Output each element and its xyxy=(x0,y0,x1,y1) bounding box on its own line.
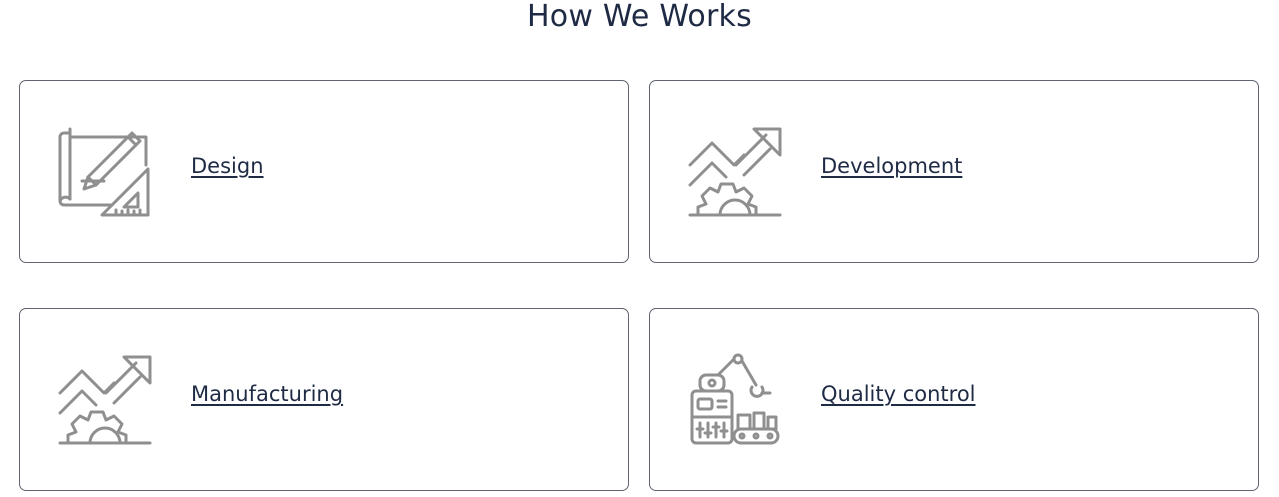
card-manufacturing[interactable]: Manufacturing xyxy=(19,308,629,491)
card-development[interactable]: Development xyxy=(649,80,1259,263)
card-quality-control[interactable]: Quality control xyxy=(649,308,1259,491)
how-we-works-section: How We Works Design Development Manufact… xyxy=(0,0,1279,497)
gear-growth-arrow-icon xyxy=(58,353,152,447)
card-label-quality-control[interactable]: Quality control xyxy=(821,381,976,407)
card-label-design[interactable]: Design xyxy=(191,153,264,179)
card-label-manufacturing[interactable]: Manufacturing xyxy=(191,381,343,407)
card-design[interactable]: Design xyxy=(19,80,629,263)
card-label-development[interactable]: Development xyxy=(821,153,962,179)
gear-growth-arrow-icon xyxy=(688,125,782,219)
robotic-arm-assembly-icon xyxy=(688,353,782,447)
blueprint-pencil-icon xyxy=(58,125,152,219)
section-title: How We Works xyxy=(527,0,752,34)
